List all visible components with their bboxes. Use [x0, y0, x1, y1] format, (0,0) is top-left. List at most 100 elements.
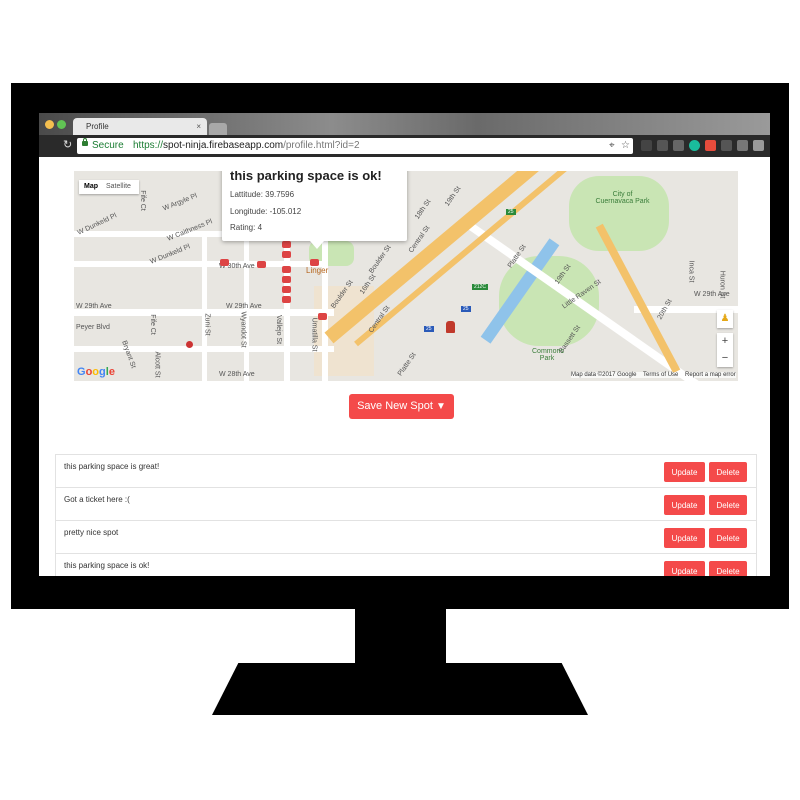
street-label: Vallejo St: [275, 314, 283, 345]
extension-icon[interactable]: [641, 140, 652, 151]
map-type-control: Map Satellite: [79, 180, 139, 194]
info-window-title: this parking space is ok!: [230, 171, 382, 183]
street-label: Umatilla St: [310, 317, 318, 352]
save-new-spot-label: Save New Spot: [357, 400, 433, 412]
monitor-neck: [355, 609, 446, 664]
zoom-out-button[interactable]: −: [717, 350, 733, 367]
extension-icon[interactable]: [657, 140, 668, 151]
delete-button[interactable]: Delete: [709, 561, 747, 576]
list-item: this parking space is great! Update Dele…: [56, 455, 756, 488]
map-pin-icon: ▼: [435, 401, 446, 412]
url-path: /profile.html?id=2: [283, 140, 360, 151]
street-label: Boulder St: [368, 244, 393, 275]
street-label: 18th St: [413, 198, 433, 221]
update-button[interactable]: Update: [664, 528, 705, 548]
map-data-text: Map data ©2017 Google: [571, 372, 637, 378]
secure-label: Secure: [92, 140, 124, 151]
browser-tab-bar: Profile ×: [39, 113, 770, 135]
info-window-rating: Rating: 4: [230, 223, 263, 232]
extension-icon[interactable]: [721, 140, 732, 151]
window-maximize-button[interactable]: [57, 120, 66, 129]
map-type-satellite-button[interactable]: Satellite: [106, 180, 131, 194]
street-label: Bryant St: [120, 339, 137, 370]
update-button[interactable]: Update: [664, 462, 705, 482]
location-icon[interactable]: ⌖: [609, 138, 615, 154]
park-label: City of Cuernavaca Park: [595, 191, 650, 205]
zoom-control: + −: [717, 333, 733, 367]
delete-button[interactable]: Delete: [709, 528, 747, 548]
browser-toolbar: ↻ Secure https://spot-ninja.firebaseapp.…: [39, 135, 770, 157]
highway-shield: 25: [424, 326, 434, 332]
url-text: https://spot-ninja.firebaseapp.com/profi…: [133, 138, 360, 154]
map[interactable]: W Argyle Pl W Caithness Pl W Dunkeld Pl …: [74, 171, 738, 381]
extension-icon[interactable]: [705, 140, 716, 151]
zoom-in-button[interactable]: +: [717, 333, 733, 350]
spot-description: this parking space is ok!: [64, 561, 150, 570]
delete-button[interactable]: Delete: [709, 462, 747, 482]
parking-marker[interactable]: [282, 286, 291, 293]
reload-icon[interactable]: ↻: [63, 138, 72, 151]
monitor-base: [212, 663, 588, 715]
list-item: pretty nice spot Update Delete: [56, 521, 756, 554]
street-label: 19th St: [443, 185, 463, 208]
street-label: W 28th Ave: [219, 371, 255, 378]
parking-marker[interactable]: [220, 259, 229, 266]
parking-marker[interactable]: [257, 261, 266, 268]
parking-marker[interactable]: [282, 266, 291, 273]
tab-title: Profile: [86, 122, 109, 131]
tab-close-icon[interactable]: ×: [196, 118, 201, 135]
report-map-error-link[interactable]: Report a map error: [685, 372, 736, 378]
google-logo: Google: [77, 366, 115, 378]
street-label: W 29th Ave: [226, 303, 262, 310]
delete-button[interactable]: Delete: [709, 495, 747, 515]
extension-icon[interactable]: [673, 140, 684, 151]
parking-marker[interactable]: [310, 259, 319, 266]
parking-marker[interactable]: [282, 276, 291, 283]
highway-shield: 25: [461, 306, 471, 312]
new-tab-button[interactable]: [209, 123, 227, 135]
lock-icon: [82, 138, 88, 146]
street-label: Peyer Blvd: [76, 324, 110, 331]
pegman-icon[interactable]: ♟: [717, 310, 733, 328]
parking-marker[interactable]: [282, 241, 291, 248]
street-label: Fife Ct: [138, 190, 146, 211]
extension-icon[interactable]: [689, 140, 700, 151]
street-label: Platte St: [396, 351, 418, 378]
parking-marker[interactable]: [282, 296, 291, 303]
map-type-map-button[interactable]: Map: [84, 180, 98, 194]
list-item: Got a ticket here :( Update Delete: [56, 488, 756, 521]
menu-icon[interactable]: [753, 140, 764, 151]
list-item: this parking space is ok! Update Delete: [56, 554, 756, 576]
spot-list: this parking space is great! Update Dele…: [55, 454, 757, 576]
map-info-window: this parking space is ok! Lattitude: 39.…: [222, 171, 407, 249]
url-host: spot-ninja.firebaseapp.com: [163, 140, 284, 151]
street-label: Huron St: [718, 270, 726, 299]
url-scheme: https://: [133, 140, 164, 151]
park-label: Commons Park: [532, 348, 564, 362]
parking-marker[interactable]: [282, 251, 291, 258]
ninja-location-icon[interactable]: [446, 321, 455, 333]
highway-shield: 212C: [472, 284, 488, 290]
screen: Profile × ↻ Secure https://spot-ninja.fi…: [39, 113, 770, 576]
terms-of-use-link[interactable]: Terms of Use: [643, 372, 678, 378]
road: [202, 231, 207, 381]
street-label: Inca St: [687, 260, 695, 283]
park-area: [569, 176, 669, 251]
info-window-longitude: Longitude: -105.012: [230, 207, 302, 216]
info-window-latitude: Lattitude: 39.7596: [230, 190, 295, 199]
highway-shield: 25: [506, 209, 516, 215]
street-label: Alcott St: [153, 351, 161, 378]
save-new-spot-button[interactable]: Save New Spot ▼: [349, 394, 454, 419]
update-button[interactable]: Update: [664, 495, 705, 515]
map-attribution: Map data ©2017 Google Terms of Use Repor…: [571, 372, 736, 378]
place-label: Linger: [306, 266, 329, 275]
parking-marker[interactable]: [318, 313, 327, 320]
window-minimize-button[interactable]: [45, 120, 54, 129]
address-bar[interactable]: Secure https://spot-ninja.firebaseapp.co…: [77, 138, 633, 154]
bookmark-star-icon[interactable]: ☆: [621, 138, 630, 154]
spot-description: pretty nice spot: [64, 528, 119, 537]
browser-tab[interactable]: Profile ×: [73, 118, 207, 135]
update-button[interactable]: Update: [664, 561, 705, 576]
extension-icon[interactable]: [737, 140, 748, 151]
street-label: Wyandot St: [239, 311, 247, 348]
